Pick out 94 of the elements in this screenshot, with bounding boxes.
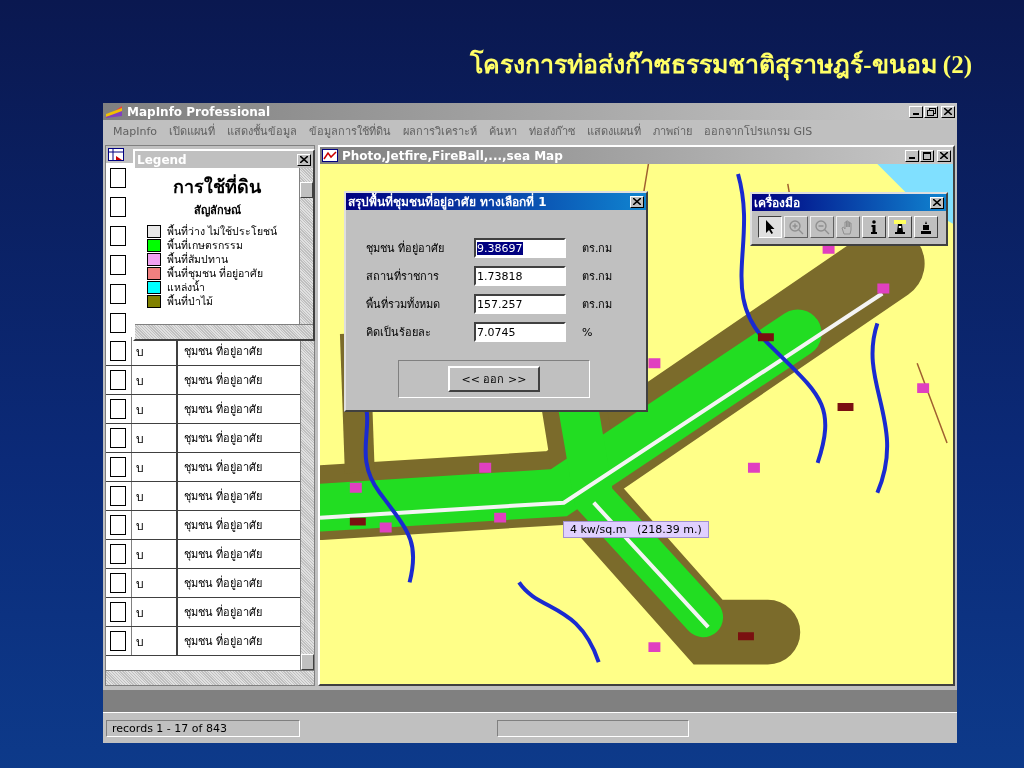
menu-item[interactable]: ข้อมูลการใช้ที่ดิน xyxy=(303,122,398,140)
input-field[interactable]: 1.73818 xyxy=(474,266,566,286)
window-title: MapInfo Professional xyxy=(127,104,271,119)
legend-label: พื้นที่ป่าไม้ xyxy=(167,293,213,309)
field-label: ชุมชน ที่อยู่อาศัย xyxy=(366,239,446,257)
table-cell: บ xyxy=(131,569,176,597)
close-icon xyxy=(633,198,641,205)
table-cell: บ xyxy=(131,598,176,626)
row-selector[interactable] xyxy=(110,196,126,217)
row-selector[interactable] xyxy=(110,544,126,564)
legend-label: แหล่งน้ำ xyxy=(167,280,205,294)
menu-item[interactable]: แสดงแผนที่ xyxy=(581,122,648,140)
row-selector[interactable] xyxy=(110,283,126,304)
close-icon xyxy=(944,108,952,115)
menu-item[interactable]: เปิดแผนที่ xyxy=(163,122,222,140)
table-cell: บ xyxy=(131,627,176,655)
input-field[interactable]: 9.38697 xyxy=(474,238,566,258)
row-selector[interactable] xyxy=(110,225,126,246)
maximize-button[interactable] xyxy=(920,149,934,162)
legend-heading: การใช้ที่ดิน xyxy=(173,172,261,201)
table-icon xyxy=(108,148,124,161)
tool-button[interactable] xyxy=(758,216,782,238)
restore-icon xyxy=(926,107,936,116)
table-cell: บ xyxy=(131,511,176,539)
menu-item[interactable]: ท่อส่งก๊าซ xyxy=(523,122,582,140)
table-cell: บ xyxy=(131,453,176,481)
row-selector[interactable] xyxy=(110,428,126,448)
close-button[interactable] xyxy=(930,196,944,209)
menu-item[interactable]: ภาพถ่าย xyxy=(647,122,699,140)
status-records: records 1 - 17 of 843 xyxy=(106,719,300,737)
menu-item[interactable]: ผลการวิเคราะห์ xyxy=(397,122,484,140)
menu-item[interactable]: MapInfo xyxy=(107,124,164,138)
close-button[interactable] xyxy=(297,153,311,166)
table-cell: บ xyxy=(131,424,176,452)
field-label: สถานที่ราชการ xyxy=(366,267,440,285)
scrollbar[interactable] xyxy=(135,324,313,339)
close-button[interactable] xyxy=(937,149,951,162)
row-selector[interactable] xyxy=(110,602,126,622)
legend-label: พื้นที่เกษตรกรรม xyxy=(167,237,243,252)
legend-label: พื้นที่สัมปทาน xyxy=(167,251,228,266)
field-label: พื้นที่รวมทั้งหมด xyxy=(366,295,441,313)
unit-label: ตร.กม xyxy=(582,297,613,313)
slide-title: โครงการท่อส่งก๊าซธรรมชาติสุราษฎร์-ขนอม (2) xyxy=(0,0,1024,103)
menu-item[interactable]: แสดงชั้นข้อมูล xyxy=(221,122,304,140)
table-cell: บ xyxy=(131,540,176,568)
close-button[interactable] xyxy=(630,195,644,208)
legend-subheading: สัญลักษณ์ xyxy=(193,203,241,219)
scrollbar[interactable] xyxy=(299,168,313,324)
row-selector[interactable] xyxy=(110,486,126,506)
scrollbar[interactable] xyxy=(300,341,314,670)
close-button[interactable] xyxy=(941,105,955,118)
legend-label: พื้นที่ว่าง ไม่ใช้ประโยชน์ xyxy=(167,223,277,238)
restore-button[interactable] xyxy=(924,105,938,118)
row-selector[interactable] xyxy=(110,370,126,390)
row-selector[interactable] xyxy=(110,254,126,275)
map-icon xyxy=(322,149,338,162)
scrollbar[interactable] xyxy=(106,670,314,685)
palette-title: เครื่องมือ xyxy=(754,193,801,212)
close-icon xyxy=(300,156,308,163)
input-field[interactable]: 7.0745 xyxy=(474,322,566,342)
row-selector[interactable] xyxy=(110,573,126,593)
close-icon xyxy=(933,199,941,206)
menu-item[interactable]: ค้นหา xyxy=(483,122,524,140)
field-label: คิดเป็นร้อยละ xyxy=(366,324,432,341)
minimize-button[interactable] xyxy=(909,105,923,118)
ruler-tooltip: 4 kw/sq.m (218.39 m.) xyxy=(563,521,709,538)
unit-label: ตร.กม xyxy=(582,241,613,257)
row-selector[interactable] xyxy=(110,515,126,535)
window-title: Photo,Jetfire,FireBall,...,sea Map xyxy=(342,148,564,163)
menu-item[interactable]: ออกจากโปรแกรม GIS xyxy=(698,122,819,140)
row-selector[interactable] xyxy=(110,631,126,651)
table-cell: บ xyxy=(131,366,176,394)
app-logo-icon xyxy=(105,105,123,118)
input-field[interactable]: 157.257 xyxy=(474,294,566,314)
table-cell: บ xyxy=(131,482,176,510)
maximize-icon xyxy=(923,151,931,160)
unit-label: % xyxy=(582,325,593,339)
row-selector[interactable] xyxy=(110,167,126,188)
row-selector[interactable] xyxy=(110,457,126,477)
lighthouse-icon xyxy=(892,219,908,235)
row-selector[interactable] xyxy=(110,399,126,419)
minimize-button[interactable] xyxy=(905,149,919,162)
table-cell: บ xyxy=(131,395,176,423)
row-selector[interactable] xyxy=(110,341,126,361)
window-title: Legend xyxy=(137,152,188,167)
marker-icon xyxy=(918,219,934,235)
close-icon xyxy=(940,152,948,159)
row-selector[interactable] xyxy=(110,312,126,333)
unit-label: ตร.กม xyxy=(582,269,613,285)
zoom-out-icon xyxy=(814,219,830,235)
legend-label: พื้นที่ชุมชน ที่อยู่อาศัย xyxy=(167,265,263,280)
dialog-title: สรุปพื้นที่ชุมชนที่อยู่อาศัย ทางเลือกที่ 1 xyxy=(348,192,626,211)
zoom-in-icon xyxy=(788,219,804,235)
exit-button[interactable]: << ออก >> xyxy=(447,366,541,392)
